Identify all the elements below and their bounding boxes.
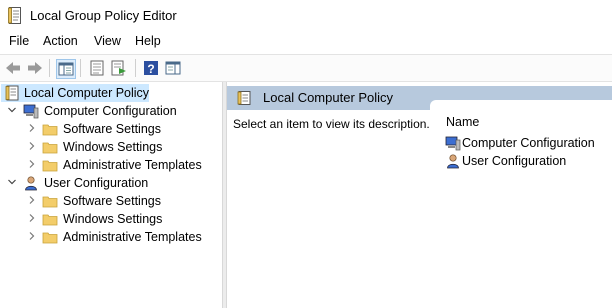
tree-item-local-computer-policy[interactable]: Local Computer Policy	[0, 84, 150, 102]
list-item-label: User Configuration	[462, 154, 567, 168]
header-tab-notch	[430, 100, 612, 110]
tree-item-label: Software Settings	[63, 194, 161, 208]
tree-item-computer-configuration[interactable]: Computer Configuration	[0, 102, 200, 120]
tree-item-label: Computer Configuration	[44, 104, 177, 118]
chevron-right-icon[interactable]	[27, 159, 37, 169]
properties-icon[interactable]	[110, 59, 128, 77]
list-item-user-configuration[interactable]: User Configuration	[445, 152, 612, 170]
user-icon	[447, 154, 459, 169]
folder-icon	[42, 214, 58, 226]
menu-bar: File Action View Help	[0, 32, 612, 52]
user-icon	[25, 176, 37, 191]
show-hide-console-tree-icon[interactable]	[56, 59, 76, 79]
tree-item-label: User Configuration	[44, 176, 149, 190]
help-icon[interactable]: ?	[142, 59, 160, 77]
chevron-right-icon[interactable]	[27, 213, 37, 223]
chevron-down-icon[interactable]	[7, 105, 17, 115]
chevron-right-icon[interactable]	[27, 195, 37, 205]
list-item-label: Computer Configuration	[462, 136, 595, 150]
menu-view[interactable]: View	[94, 34, 121, 48]
chevron-down-icon[interactable]	[7, 177, 17, 187]
computer-icon	[445, 136, 461, 151]
title-bar: Local Group Policy Editor	[0, 0, 612, 32]
tree-item-windows-settings[interactable]: Windows Settings	[0, 138, 200, 156]
tree-item-label: Windows Settings	[63, 212, 163, 226]
policy-document-icon	[237, 91, 251, 105]
tree-item-label: Windows Settings	[63, 140, 163, 154]
details-pane: Local Computer Policy Select an item to …	[227, 82, 612, 308]
computer-icon	[23, 104, 39, 119]
toolbar: ?	[0, 54, 612, 82]
policy-document-icon	[8, 7, 21, 24]
description-text: Select an item to view its description.	[233, 117, 430, 131]
tree-item-administrative-templates[interactable]: Administrative Templates	[0, 156, 210, 174]
toolbar-separator	[135, 59, 136, 77]
details-header: Local Computer Policy	[227, 86, 612, 110]
folder-icon	[42, 142, 58, 154]
chevron-right-icon[interactable]	[27, 231, 37, 241]
menu-help[interactable]: Help	[135, 34, 161, 48]
tree-item-software-settings[interactable]: Software Settings	[0, 192, 200, 210]
menu-action[interactable]: Action	[43, 34, 78, 48]
folder-icon	[42, 196, 58, 208]
menu-file[interactable]: File	[9, 34, 29, 48]
chevron-right-icon[interactable]	[27, 141, 37, 151]
tree-item-administrative-templates[interactable]: Administrative Templates	[0, 228, 210, 246]
tree-item-label: Local Computer Policy	[24, 86, 150, 100]
tree-item-label: Software Settings	[63, 122, 161, 136]
back-icon[interactable]	[4, 59, 22, 77]
console-tree: Local Computer Policy Computer Configura…	[0, 82, 222, 308]
toolbar-separator	[80, 59, 81, 77]
tree-item-user-configuration[interactable]: User Configuration	[0, 174, 200, 192]
toolbar-separator	[49, 59, 50, 77]
chevron-right-icon[interactable]	[27, 123, 37, 133]
tree-item-label: Administrative Templates	[63, 230, 202, 244]
column-header-name[interactable]: Name	[446, 115, 479, 129]
policy-document-icon	[5, 85, 19, 101]
window-title: Local Group Policy Editor	[30, 8, 177, 23]
svg-text:?: ?	[147, 62, 154, 76]
folder-icon	[42, 124, 58, 136]
forward-icon[interactable]	[26, 59, 44, 77]
details-header-title: Local Computer Policy	[263, 90, 394, 105]
tree-item-label: Administrative Templates	[63, 158, 202, 172]
folder-icon	[42, 160, 58, 172]
folder-icon	[42, 232, 58, 244]
tree-item-software-settings[interactable]: Software Settings	[0, 120, 200, 138]
show-action-pane-icon[interactable]	[164, 59, 182, 77]
list-item-computer-configuration[interactable]: Computer Configuration	[445, 134, 612, 152]
tree-item-windows-settings[interactable]: Windows Settings	[0, 210, 200, 228]
export-list-icon[interactable]	[88, 59, 106, 77]
